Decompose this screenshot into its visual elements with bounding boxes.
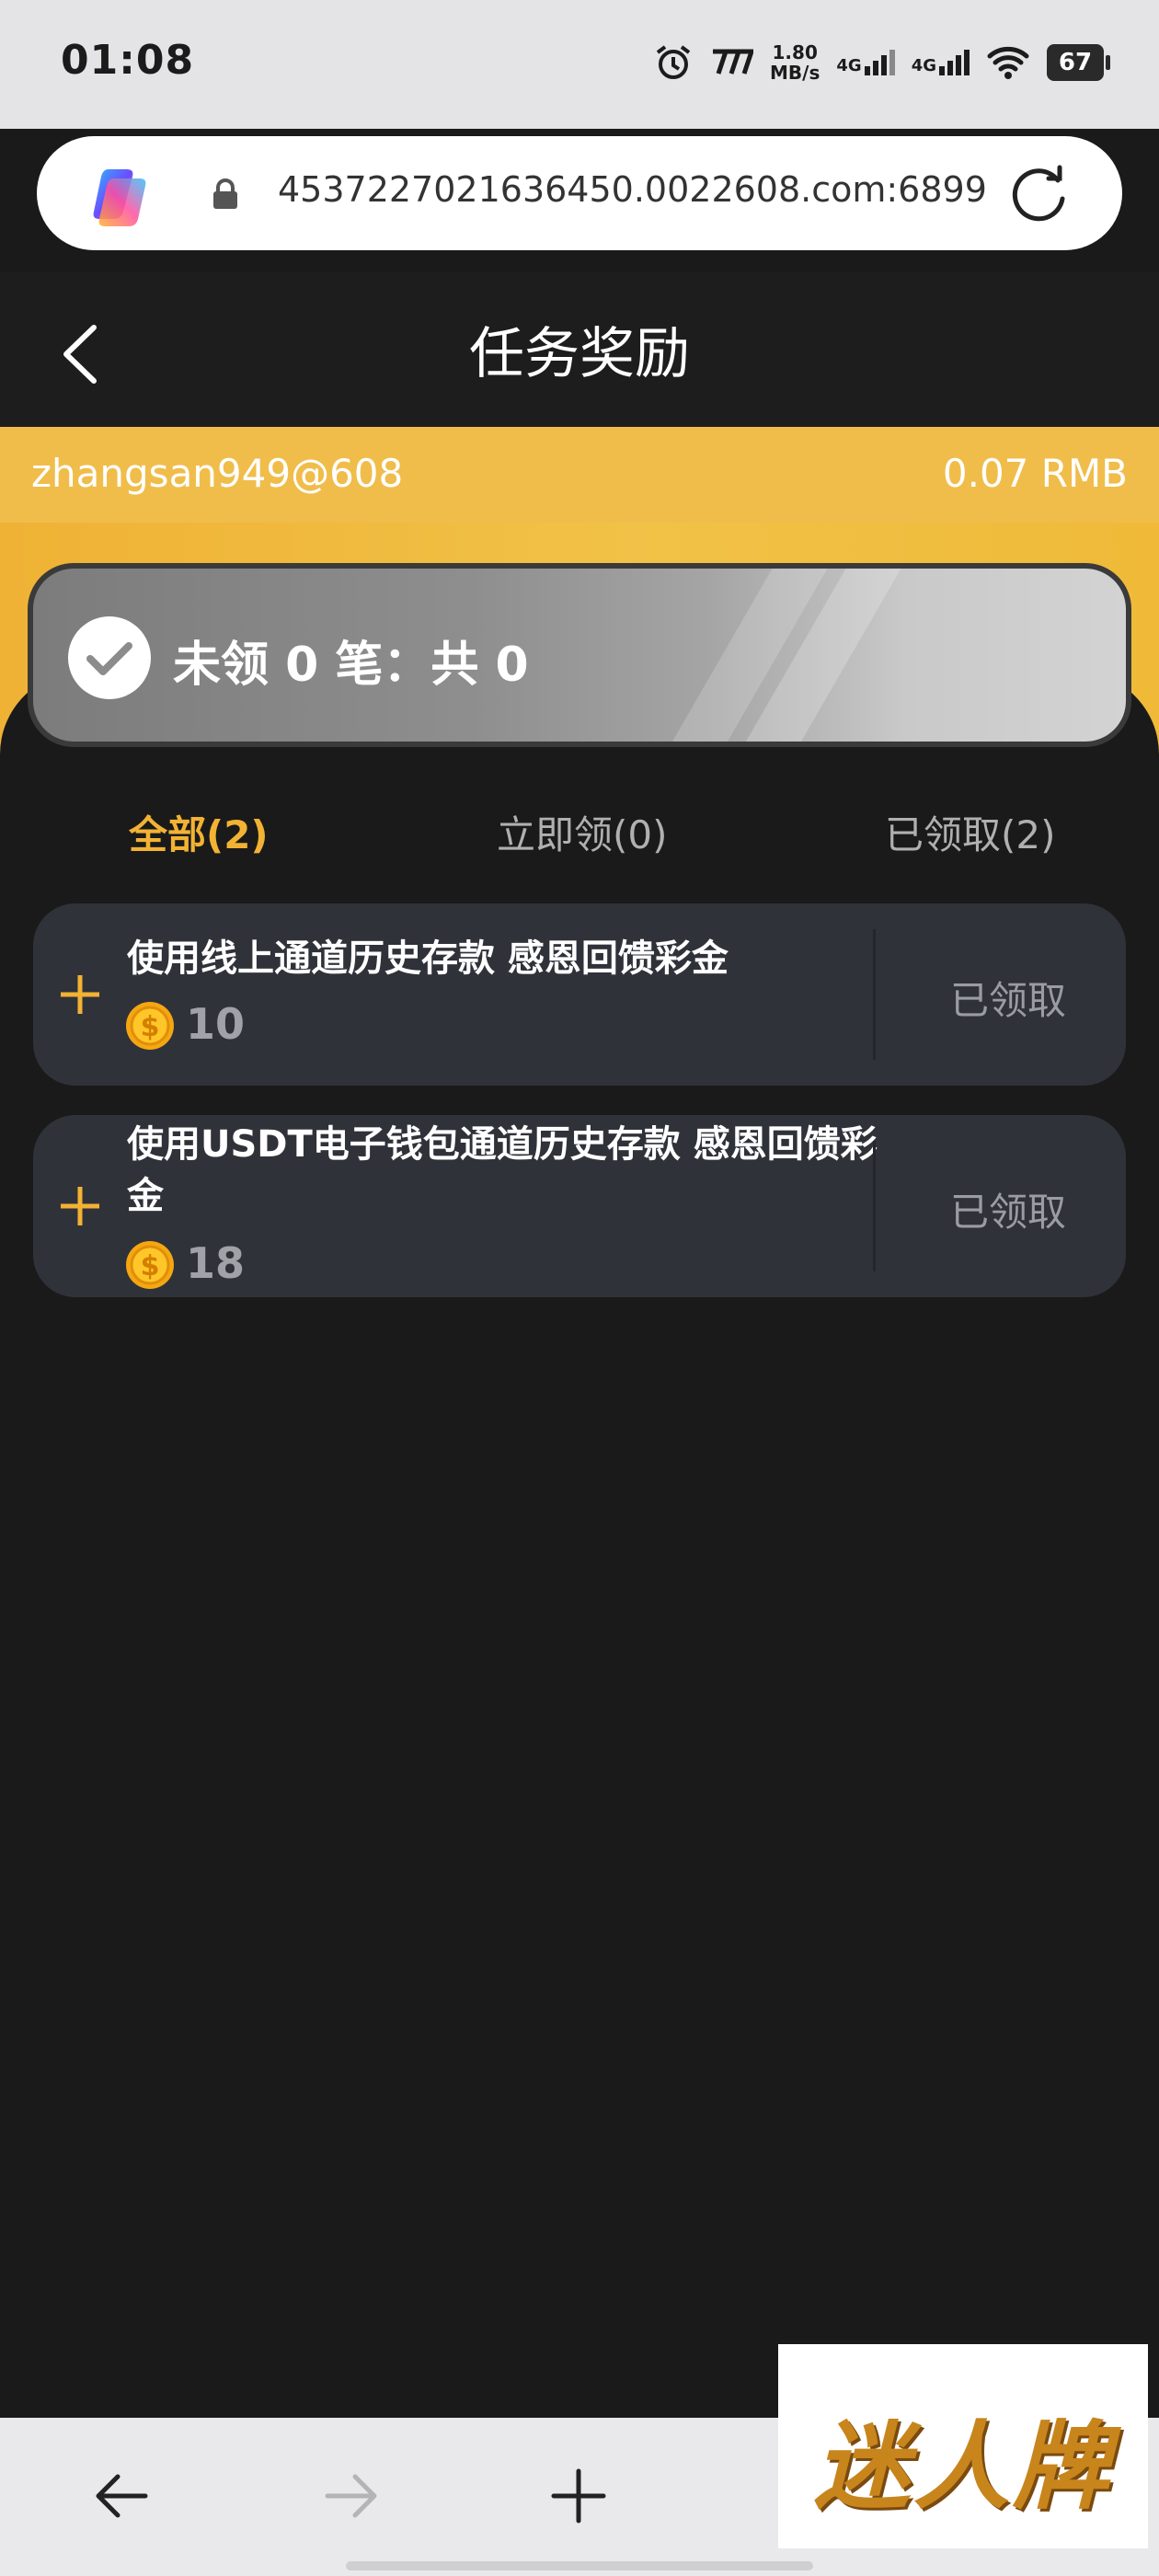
summary-text: 未领 0 笔：共 0 [173, 638, 529, 693]
lock-icon [213, 178, 237, 209]
coin-icon: $ [126, 1002, 174, 1050]
divider [873, 929, 876, 1060]
page-header: 任务奖励 [0, 272, 1159, 427]
arrow-right-icon[interactable] [318, 2464, 383, 2528]
task-card: 使用USDT电子钱包通道历史存款 感恩回馈彩金 $ 18 已领取 [33, 1115, 1126, 1297]
app-notification-icon [713, 49, 754, 75]
network-speed: 1.80 MB/s [770, 41, 820, 84]
claimed-status[interactable]: 已领取 [907, 970, 1109, 1026]
task-card: 使用线上通道历史存款 感恩回馈彩金 $ 10 已领取 [33, 903, 1126, 1086]
reward-amount: 18 [186, 1238, 246, 1288]
clock: 01:08 [61, 37, 195, 84]
claimed-status[interactable]: 已领取 [907, 1181, 1109, 1237]
reward-amount: 10 [186, 999, 246, 1049]
signal-bars-icon [939, 50, 970, 75]
check-circle-icon [68, 616, 151, 699]
tab-all[interactable]: 全部(2) [129, 804, 269, 860]
gesture-handle [346, 2561, 813, 2570]
coin-icon: $ [126, 1241, 174, 1289]
battery-icon: 67 [1047, 44, 1110, 81]
url-text[interactable]: 4537227021636450.0022608.com:6899 [278, 169, 987, 210]
watermark: 迷人牌 [778, 2344, 1148, 2548]
username: zhangsan949@608 [31, 451, 404, 496]
account-bar: zhangsan949@608 0.07 RMB [0, 427, 1159, 523]
status-icons: 1.80 MB/s 4G 4G 67 [654, 35, 1110, 90]
tab-claimed[interactable]: 已领取(2) [885, 804, 1056, 860]
signal-bars-icon [864, 50, 895, 75]
address-bar[interactable]: 4537227021636450.0022608.com:6899 [37, 136, 1122, 250]
tab-claim-now[interactable]: 立即领(0) [497, 804, 668, 860]
status-bar: 01:08 1.80 MB/s 4G 4G 67 [0, 0, 1159, 129]
page-title: 任务奖励 [469, 322, 690, 386]
watermark-text: 迷人牌 [813, 2410, 1112, 2523]
signal-2: 4G [912, 50, 970, 75]
reload-icon[interactable] [1008, 162, 1071, 224]
svg-text:$: $ [141, 1250, 160, 1282]
wifi-icon [987, 46, 1029, 79]
plus-icon[interactable] [546, 2464, 611, 2528]
balance: 0.07 RMB [942, 451, 1128, 496]
arrow-left-icon[interactable] [90, 2464, 155, 2528]
summary-card: 未领 0 笔：共 0 [28, 563, 1131, 747]
signal-1: 4G [836, 50, 895, 75]
task-name: 使用USDT电子钱包通道历史存款 感恩回馈彩金 [127, 1123, 878, 1217]
divider [873, 1141, 876, 1271]
plus-icon[interactable] [57, 972, 103, 1018]
plus-icon[interactable] [57, 1183, 103, 1229]
alarm-icon [656, 45, 691, 79]
task-name: 使用线上通道历史存款 感恩回馈彩金 [127, 937, 729, 980]
copilot-logo-icon[interactable] [86, 160, 155, 228]
svg-text:$: $ [141, 1011, 160, 1043]
